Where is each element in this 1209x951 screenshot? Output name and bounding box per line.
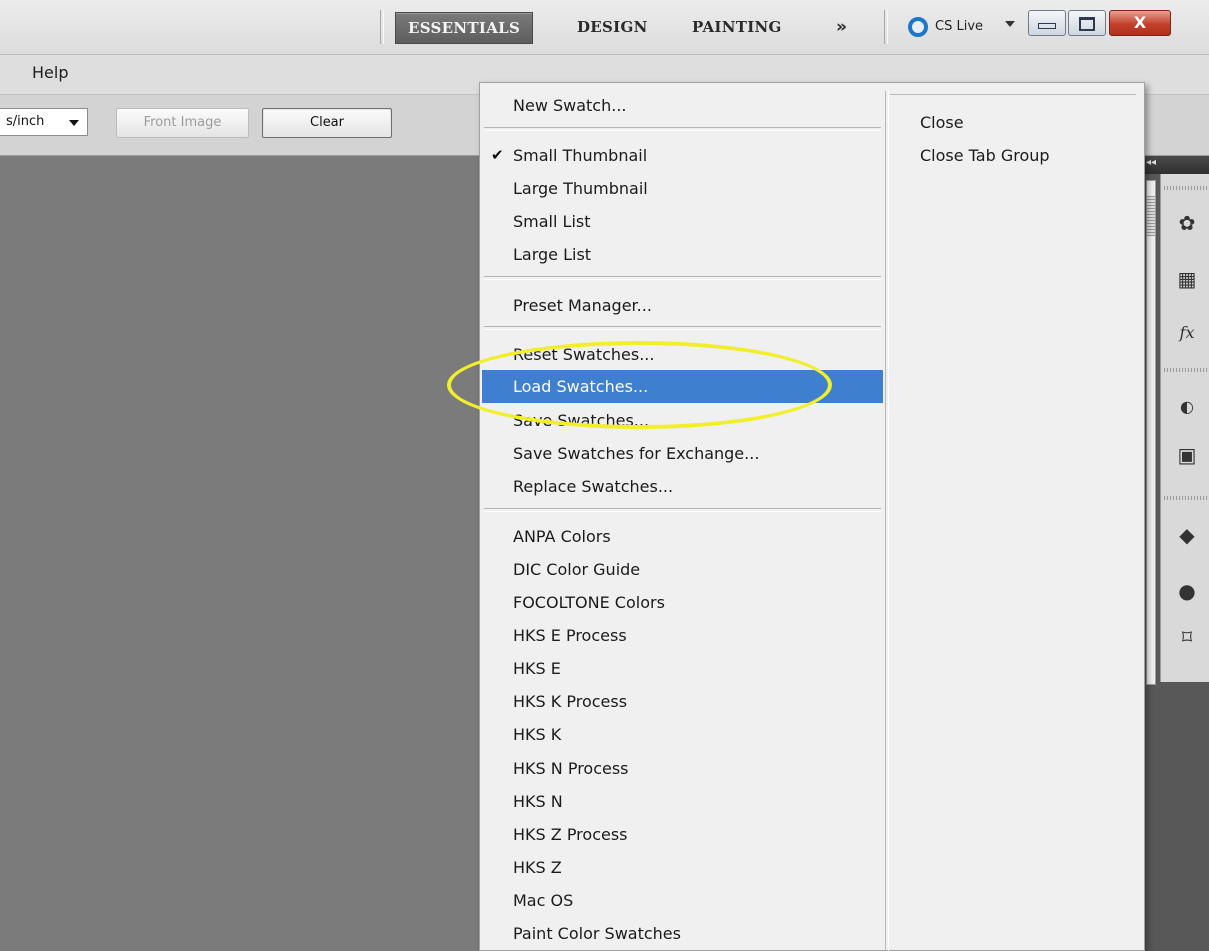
workspace-separator xyxy=(884,10,888,44)
menu-item-hks-n[interactable]: HKS N xyxy=(482,785,883,818)
menu-item-label: Save Swatches for Exchange... xyxy=(513,444,760,463)
menu-item-hks-e[interactable]: HKS E xyxy=(482,652,883,685)
menu-item-label: HKS E xyxy=(513,659,561,678)
menu-item-label: Load Swatches... xyxy=(513,377,649,396)
workspace-separator xyxy=(380,10,384,44)
menu-item-hks-z[interactable]: HKS Z xyxy=(482,851,883,884)
color-palette-icon[interactable]: ✿ xyxy=(1172,208,1202,238)
menu-item-label: Paint Color Swatches xyxy=(513,924,681,943)
menu-item-label: Large List xyxy=(513,245,592,264)
panel-scrollbar-thumb[interactable] xyxy=(1147,196,1155,236)
channels-icon[interactable]: ● xyxy=(1172,576,1202,606)
menu-item-reset-swatches[interactable]: Reset Swatches... xyxy=(482,338,883,371)
menu-item-label: Reset Swatches... xyxy=(513,345,655,364)
cs-live-button[interactable]: CS Live xyxy=(935,12,983,42)
menu-item-label: HKS Z xyxy=(513,858,562,877)
panel-group-grip[interactable] xyxy=(1164,186,1209,190)
front-image-button[interactable]: Front Image xyxy=(116,108,249,138)
workspace-design-button[interactable]: DESIGN xyxy=(577,12,648,42)
menu-item-hks-n-process[interactable]: HKS N Process xyxy=(482,752,883,785)
photoshop-window: ESSENTIALS DESIGN PAINTING » CS Live X H… xyxy=(0,0,1209,951)
cs-live-icon[interactable] xyxy=(908,17,928,37)
menu-item-label: Mac OS xyxy=(513,891,574,910)
workspace-essentials-button[interactable]: ESSENTIALS xyxy=(395,12,534,44)
menu-item-large-thumbnail[interactable]: Large Thumbnail xyxy=(482,172,883,205)
chevron-down-icon[interactable] xyxy=(1005,21,1015,27)
tab-menu-column: Close Close Tab Group xyxy=(890,83,1146,951)
menu-item-new-swatch[interactable]: New Swatch... xyxy=(482,89,883,122)
minimize-icon xyxy=(1038,23,1056,29)
menu-column-divider xyxy=(885,91,889,951)
styles-fx-icon[interactable]: fx xyxy=(1172,318,1202,348)
menu-item-label: DIC Color Guide xyxy=(513,560,641,579)
menu-item-label: Large Thumbnail xyxy=(513,179,648,198)
menu-separator xyxy=(484,508,881,512)
menu-separator xyxy=(484,276,881,280)
panel-dock-header[interactable]: ◂◂ xyxy=(1140,156,1209,174)
menu-item-label: Replace Swatches... xyxy=(513,477,674,496)
menu-item-label: ANPA Colors xyxy=(513,527,611,546)
menu-item-label: Small Thumbnail xyxy=(513,146,648,165)
panel-group-grip[interactable] xyxy=(1164,496,1209,500)
close-window-button[interactable]: X xyxy=(1109,10,1171,36)
workspace-bar: ESSENTIALS DESIGN PAINTING » CS Live X xyxy=(0,0,1209,55)
menu-item-label: HKS Z Process xyxy=(513,825,628,844)
menu-item-label: HKS N Process xyxy=(513,759,629,778)
menu-item-label: FOCOLTONE Colors xyxy=(513,593,665,612)
workspace-painting-button[interactable]: PAINTING xyxy=(692,12,782,42)
menu-item-save-swatches[interactable]: Save Swatches... xyxy=(482,404,883,437)
menu-item-hks-k[interactable]: HKS K xyxy=(482,718,883,751)
menu-item-label: New Swatch... xyxy=(513,96,627,115)
menu-item-load-swatches[interactable]: Load Swatches... xyxy=(482,370,883,403)
minimize-button[interactable] xyxy=(1028,10,1066,36)
menu-item-preset-manager[interactable]: Preset Manager... xyxy=(482,289,883,322)
menu-item-label: Preset Manager... xyxy=(513,296,652,315)
menu-item-label: HKS K xyxy=(513,725,562,744)
menu-item-label: Small List xyxy=(513,212,591,231)
menu-item-hks-z-process[interactable]: HKS Z Process xyxy=(482,818,883,851)
adjustments-icon[interactable]: ◐ xyxy=(1172,392,1202,422)
menu-item-label: HKS N xyxy=(513,792,563,811)
clear-button[interactable]: Clear xyxy=(262,108,392,138)
menu-item-anpa-colors[interactable]: ANPA Colors xyxy=(482,520,883,553)
checkmark-icon: ✔ xyxy=(491,146,504,164)
menu-item-save-swatches-for-exchange[interactable]: Save Swatches for Exchange... xyxy=(482,437,883,470)
menu-item-replace-swatches[interactable]: Replace Swatches... xyxy=(482,470,883,503)
paths-icon[interactable]: ⌑ xyxy=(1172,622,1202,652)
menu-item-large-list[interactable]: Large List xyxy=(482,238,883,271)
maximize-button[interactable] xyxy=(1068,10,1106,36)
menu-item-label: HKS E Process xyxy=(513,626,627,645)
menu-separator xyxy=(484,326,881,330)
collapse-panel-icon[interactable]: ◂◂ xyxy=(1146,157,1156,168)
menu-item-hks-e-process[interactable]: HKS E Process xyxy=(482,619,883,652)
layers-icon[interactable]: ◆ xyxy=(1172,520,1202,550)
swatches-panel-menu: New Swatch... ✔ Small Thumbnail Large Thu… xyxy=(479,82,1145,951)
panel-group-grip[interactable] xyxy=(1164,368,1209,372)
maximize-icon xyxy=(1079,17,1095,31)
menu-item-small-thumbnail[interactable]: ✔ Small Thumbnail xyxy=(482,139,883,172)
swatches-grid-icon[interactable]: ▦ xyxy=(1172,264,1202,294)
menu-item-dic-color-guide[interactable]: DIC Color Guide xyxy=(482,553,883,586)
menu-item-label: Save Swatches... xyxy=(513,411,650,430)
menu-help[interactable]: Help xyxy=(32,63,68,82)
menu-item-close-tab-group[interactable]: Close Tab Group xyxy=(920,139,1050,172)
menu-separator xyxy=(484,127,881,131)
swatches-menu-column: New Swatch... ✔ Small Thumbnail Large Thu… xyxy=(480,83,885,951)
menu-item-small-list[interactable]: Small List xyxy=(482,205,883,238)
menu-item-focoltone-colors[interactable]: FOCOLTONE Colors xyxy=(482,586,883,619)
menu-item-paint-color-swatches[interactable]: Paint Color Swatches xyxy=(482,917,883,950)
panel-scrollbar[interactable] xyxy=(1146,180,1156,685)
masks-icon[interactable]: ▣ xyxy=(1172,440,1202,470)
chevron-down-icon[interactable] xyxy=(69,120,79,126)
workspace-more-icon[interactable]: » xyxy=(836,12,847,42)
menu-item-label: HKS K Process xyxy=(513,692,628,711)
menu-item-close[interactable]: Close xyxy=(920,106,964,139)
menu-item-mac-os[interactable]: Mac OS xyxy=(482,884,883,917)
menu-item-hks-k-process[interactable]: HKS K Process xyxy=(482,685,883,718)
